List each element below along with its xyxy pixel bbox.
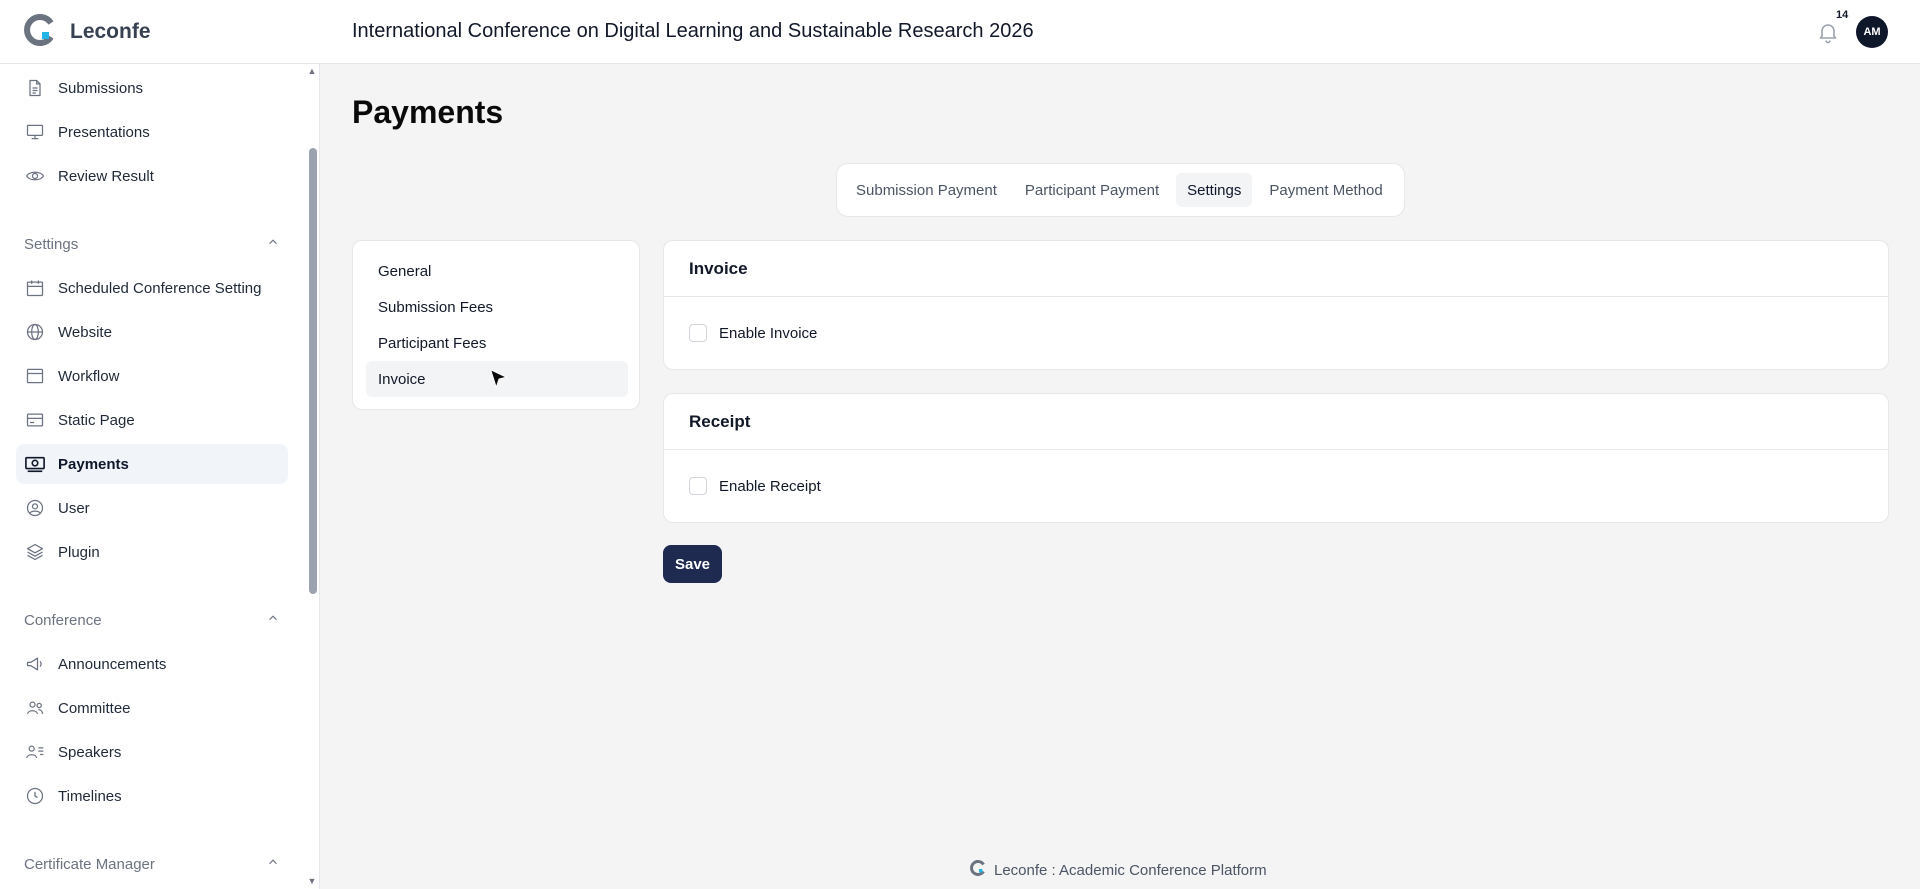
sidebar-item-timelines[interactable]: Timelines <box>16 776 288 816</box>
sidebar-item-review-result[interactable]: Review Result <box>16 156 288 196</box>
sidebar-item-announcements[interactable]: Announcements <box>16 644 288 684</box>
presentation-icon <box>24 121 46 143</box>
sidebar-item-label: Scheduled Conference Setting <box>58 279 262 297</box>
avatar[interactable]: AM <box>1856 16 1888 48</box>
certificate-manager-group-header[interactable]: Certificate Manager <box>24 852 280 876</box>
speakers-icon <box>24 741 46 763</box>
sidebar-item-label: Review Result <box>58 167 154 185</box>
receipt-card-title: Receipt <box>664 394 1888 450</box>
sidebar-item-label: Timelines <box>58 787 122 805</box>
footer-text: Leconfe : Academic Conference Platform <box>994 861 1267 879</box>
enable-invoice-checkbox[interactable] <box>689 324 707 342</box>
users-icon <box>24 697 46 719</box>
sidebar-item-plugin[interactable]: Plugin <box>16 532 288 572</box>
sidebar-item-label: Plugin <box>58 543 100 561</box>
tab-payment-method[interactable]: Payment Method <box>1258 173 1393 207</box>
scroll-down-icon[interactable]: ▼ <box>307 876 317 886</box>
sidebar-item-label: Speakers <box>58 743 122 761</box>
subnav-item-submission-fees[interactable]: Submission Fees <box>366 289 628 325</box>
group-title: Settings <box>24 235 79 253</box>
cash-icon <box>24 453 46 475</box>
receipt-card: Receipt Enable Receipt <box>663 393 1889 523</box>
tab-submission-payment[interactable]: Submission Payment <box>845 173 1008 207</box>
enable-receipt-label[interactable]: Enable Receipt <box>719 478 821 495</box>
scroll-up-icon[interactable]: ▲ <box>307 66 317 76</box>
conference-group-header[interactable]: Conference <box>24 608 280 632</box>
sidebar-item-user[interactable]: User <box>16 488 288 528</box>
sidebar-item-speakers[interactable]: Speakers <box>16 732 288 772</box>
invoice-card-body: Enable Invoice <box>664 297 1888 369</box>
layers-icon <box>24 541 46 563</box>
bell-icon[interactable] <box>1816 20 1840 44</box>
group-title: Conference <box>24 611 102 629</box>
clock-icon <box>24 785 46 807</box>
globe-icon <box>24 321 46 343</box>
sidebar-item-label: Announcements <box>58 655 167 673</box>
sidebar-item-label: Static Page <box>58 411 135 429</box>
sidebar-item-payments[interactable]: Payments <box>16 444 288 484</box>
sidebar-item-label: Submissions <box>58 79 144 97</box>
calendar-icon <box>24 277 46 299</box>
brand[interactable]: Leconfe <box>24 13 151 51</box>
sidebar-item-workflow[interactable]: Workflow <box>16 356 288 396</box>
enable-invoice-label[interactable]: Enable Invoice <box>719 325 817 342</box>
window-icon <box>24 365 46 387</box>
sidebar-item-label: Presentations <box>58 123 150 141</box>
sidebar-item-label: Payments <box>58 455 129 473</box>
document-icon <box>24 77 46 99</box>
sidebar-item-website[interactable]: Website <box>16 312 288 352</box>
user-circle-icon <box>24 497 46 519</box>
invoice-card: Invoice Enable Invoice <box>663 240 1889 370</box>
top-bar: Leconfe International Conference on Digi… <box>0 0 1920 64</box>
payment-tabs: Submission Payment Participant Payment S… <box>836 163 1405 217</box>
leconfe-logo-icon <box>970 860 986 880</box>
enable-receipt-checkbox[interactable] <box>689 477 707 495</box>
sidebar-item-label: Workflow <box>58 367 120 385</box>
conference-title: International Conference on Digital Lear… <box>352 20 1034 42</box>
tab-participant-payment[interactable]: Participant Payment <box>1014 173 1170 207</box>
footer: Leconfe : Academic Conference Platform <box>970 860 1267 880</box>
sidebar: Submissions Presentations Review Result … <box>0 64 320 889</box>
group-title: Certificate Manager <box>24 855 155 873</box>
megaphone-icon <box>24 653 46 675</box>
sidebar-item-presentations[interactable]: Presentations <box>16 112 288 152</box>
subnav-item-general[interactable]: General <box>366 253 628 289</box>
subnav-item-participant-fees[interactable]: Participant Fees <box>366 325 628 361</box>
sidebar-item-submissions[interactable]: Submissions <box>16 68 288 108</box>
sidebar-scrollbar-thumb[interactable] <box>309 148 317 594</box>
sidebar-item-static-page[interactable]: Static Page <box>16 400 288 440</box>
receipt-card-body: Enable Receipt <box>664 450 1888 522</box>
card-icon <box>24 409 46 431</box>
save-button[interactable]: Save <box>663 545 722 583</box>
chevron-up-icon <box>266 235 280 253</box>
notification-count: 14 <box>1836 9 1849 21</box>
settings-group-header[interactable]: Settings <box>24 232 280 256</box>
chevron-up-icon <box>266 611 280 629</box>
leconfe-logo-icon <box>24 13 56 51</box>
sidebar-item-scheduled-conference-setting[interactable]: Scheduled Conference Setting <box>16 268 288 308</box>
page-title: Payments <box>352 94 504 130</box>
brand-name: Leconfe <box>70 20 151 43</box>
sidebar-item-committee[interactable]: Committee <box>16 688 288 728</box>
tab-settings[interactable]: Settings <box>1176 173 1253 207</box>
sidebar-item-label: Website <box>58 323 112 341</box>
invoice-card-title: Invoice <box>664 241 1888 297</box>
chevron-up-icon <box>266 855 280 873</box>
sidebar-item-label: Committee <box>58 699 131 717</box>
sidebar-item-label: User <box>58 499 90 517</box>
eye-icon <box>24 165 46 187</box>
mouse-cursor-icon <box>488 368 512 392</box>
